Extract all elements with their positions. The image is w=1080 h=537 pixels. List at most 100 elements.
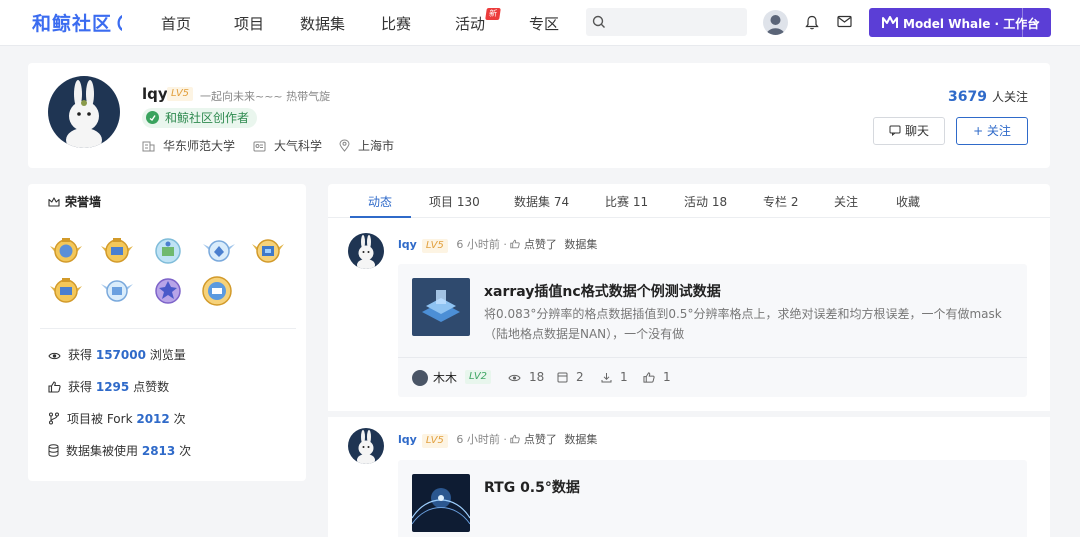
location-pin-icon (339, 139, 350, 152)
tab-events[interactable]: 活动 18 (684, 193, 727, 210)
site-logo[interactable]: 和鲸社区 (32, 9, 124, 36)
blue-winged-badge-icon[interactable] (99, 272, 135, 308)
tab-activity[interactable]: 动态 (368, 193, 392, 210)
eye-icon (508, 374, 521, 382)
dataset-card[interactable]: RTG 0.5°数据 (398, 460, 1027, 537)
profile-major: 大气科学 (253, 137, 322, 154)
divider (40, 328, 296, 329)
post-username[interactable]: lqy (398, 433, 417, 446)
nav-zones[interactable]: 专区 (529, 13, 559, 34)
post-avatar[interactable] (348, 428, 384, 464)
chat-button[interactable]: 聊天 (873, 117, 945, 145)
active-tab-indicator (350, 216, 411, 218)
button-divider (1022, 8, 1023, 37)
post-avatar[interactable] (348, 233, 384, 269)
level-badge: LV5 (167, 87, 194, 101)
activity-feed: 动态 项目 130 数据集 74 比赛 11 活动 18 专栏 2 关注 收藏 … (328, 184, 1050, 537)
purple-badge-icon[interactable] (150, 272, 186, 308)
blue-winged-badge-icon[interactable] (201, 232, 237, 268)
level-badge: LV5 (421, 239, 448, 253)
follow-button[interactable]: + 关注 (956, 117, 1028, 145)
search-box[interactable] (586, 8, 747, 36)
building-icon (142, 141, 155, 152)
tab-competitions[interactable]: 比赛 11 (605, 193, 648, 210)
profile-school: 华东师范大学 (142, 137, 235, 154)
nav-competitions[interactable]: 比赛 (381, 13, 411, 34)
search-icon (592, 15, 605, 28)
tab-favorites[interactable]: 收藏 (896, 193, 920, 210)
dataset-thumbnail (412, 278, 470, 336)
fork-icon (49, 412, 59, 425)
workspace-button[interactable]: Model Whale · 工作台 (869, 8, 1051, 37)
post-type: 数据集 (564, 238, 598, 251)
chevron-down-icon[interactable] (1031, 17, 1041, 32)
post-time: 6 小时前 (456, 433, 500, 446)
nav-home[interactable]: 首页 (161, 13, 191, 34)
post-meta: lqy LV5 6 小时前 · 点赞了 数据集 (398, 433, 598, 448)
author-name[interactable]: 木木 (433, 369, 457, 386)
post-action: 点赞了 (523, 238, 557, 251)
honor-wall-title: 荣誉墙 (48, 193, 101, 210)
gold-ring-badge-icon[interactable] (199, 272, 235, 308)
database-icon (48, 444, 59, 457)
tab-columns[interactable]: 专栏 2 (763, 193, 798, 210)
likes-count[interactable]: 1 (643, 370, 671, 384)
modelwhale-logo-icon (882, 15, 898, 33)
id-card-icon (253, 141, 266, 152)
logo-text: 和鲸社区 (32, 13, 113, 35)
dataset-card[interactable]: xarray插值nc格式数据个例测试数据 将0.083°分辨率的格点数据插值到0… (398, 264, 1027, 397)
nav-projects[interactable]: 项目 (234, 13, 264, 34)
stat-forks: 项目被 Fork 2012 次 (48, 410, 186, 427)
profile-city: 上海市 (339, 137, 394, 154)
download-icon (601, 373, 612, 383)
stat-likes: 获得 1295 点赞数 (48, 378, 169, 395)
profile-avatar (48, 76, 120, 148)
followers-count: 3679 人关注 (948, 89, 1028, 105)
check-circle-icon (146, 111, 159, 124)
profile-motto: 一起向未来~~~ 热带气旋 (200, 90, 331, 103)
post-type: 数据集 (564, 433, 598, 446)
thumbs-up-icon (643, 372, 655, 383)
creator-badge: 和鲸社区创作者 (142, 108, 258, 128)
honor-wall-panel: 荣誉墙 获得 157000 浏览量 获得 1295 点赞数 项目被 Fork 2… (28, 184, 306, 481)
profile-tabs: 动态 项目 130 数据集 74 比赛 11 活动 18 专栏 2 关注 收藏 (328, 184, 1050, 218)
eye-icon (48, 352, 61, 360)
gold-winged-badge-icon[interactable] (250, 232, 286, 268)
whale-logo-icon (114, 13, 124, 35)
top-navbar: 和鲸社区 首页 项目 数据集 比赛 活动 新 专区 Model Whale · … (0, 0, 1080, 46)
gold-winged-badge-icon[interactable] (99, 232, 135, 268)
new-badge: 新 (485, 8, 501, 20)
profile-card: lqy LV5 一起向未来~~~ 热带气旋 和鲸社区创作者 华东师范大学 大气科… (28, 63, 1050, 168)
nav-events[interactable]: 活动 (455, 13, 485, 34)
post-meta: lqy LV5 6 小时前 · 点赞了 数据集 (398, 238, 598, 253)
tab-datasets[interactable]: 数据集 74 (514, 193, 569, 210)
thumbs-up-icon (48, 381, 61, 393)
post-action: 点赞了 (523, 433, 557, 446)
nav-datasets[interactable]: 数据集 (300, 13, 345, 34)
dataset-title[interactable]: xarray插值nc格式数据个例测试数据 (484, 281, 721, 301)
tab-following[interactable]: 关注 (834, 193, 858, 210)
card-footer: 木木 LV2 18 2 1 1 (398, 357, 1027, 397)
tab-projects[interactable]: 项目 130 (429, 193, 480, 210)
level-badge: LV2 (465, 370, 492, 384)
bell-icon[interactable] (805, 15, 819, 34)
stat-dataset-usage: 数据集被使用 2813 次 (48, 442, 191, 459)
gold-winged-badge-icon[interactable] (48, 272, 84, 308)
post-username[interactable]: lqy (398, 238, 417, 251)
gold-winged-badge-icon[interactable] (48, 232, 84, 268)
dataset-description: 将0.083°分辨率的格点数据插值到0.5°分辨率格点上，求绝对误差和均方根误差… (484, 307, 1002, 341)
search-input[interactable] (614, 13, 739, 31)
crown-icon (48, 197, 60, 207)
blue-circle-badge-icon[interactable] (150, 232, 186, 268)
profile-name: lqy (142, 85, 168, 103)
chat-icon (889, 125, 901, 137)
author-avatar[interactable] (412, 370, 428, 386)
thumbs-up-icon (510, 239, 521, 249)
downloads-count: 1 (601, 370, 628, 384)
user-avatar[interactable] (763, 10, 788, 35)
dataset-title[interactable]: RTG 0.5°数据 (484, 477, 580, 497)
copies-count: 2 (557, 370, 584, 384)
copy-icon (557, 372, 568, 383)
post-time: 6 小时前 (456, 238, 500, 251)
mail-icon[interactable] (837, 15, 852, 32)
